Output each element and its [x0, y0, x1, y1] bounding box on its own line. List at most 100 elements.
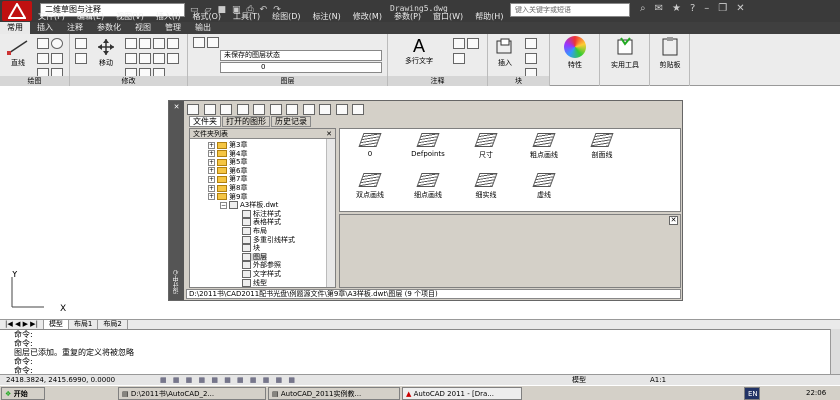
layer-state-icon[interactable] — [207, 37, 219, 48]
ribbon-tab[interactable]: 注释 — [60, 22, 90, 34]
tree-close-icon[interactable]: ✕ — [326, 129, 332, 139]
drafting-toggles[interactable]: ▦ ▦ ▦ ▦ ▦ ▦ ▦ ▦ ▦ ▦ ▦ — [160, 375, 297, 385]
current-layer-combo[interactable]: 0 — [220, 62, 382, 73]
modify-panel-label[interactable]: 修改 — [70, 76, 187, 86]
layer-item[interactable]: 0 — [344, 133, 396, 158]
layer-item[interactable]: Defpoints — [402, 133, 454, 158]
tree-item[interactable]: + 第4章 — [208, 150, 247, 158]
close-icon[interactable]: ✕ — [736, 3, 744, 14]
expand-icon[interactable]: + — [208, 158, 215, 166]
menu-item[interactable]: 标注(N) — [313, 11, 341, 22]
menu-item[interactable]: 格式(O) — [192, 11, 221, 22]
expand-icon[interactable]: + — [208, 184, 215, 192]
tree-item[interactable]: 文字样式 — [242, 270, 281, 278]
dc-tab[interactable]: 打开的图形 — [222, 116, 270, 127]
description-icon[interactable] — [335, 104, 348, 115]
layer-item[interactable]: 双点画线 — [344, 173, 396, 200]
tree-item[interactable]: 表格样式 — [242, 218, 281, 227]
menu-item[interactable]: 绘图(D) — [272, 11, 300, 22]
layout-tab[interactable]: 模型 — [43, 320, 69, 329]
back-icon[interactable] — [203, 104, 216, 115]
table-icon[interactable] — [453, 53, 465, 64]
circle-icon[interactable] — [51, 38, 63, 49]
ribbon-tab[interactable]: 输出 — [188, 22, 218, 34]
ribbon-tab[interactable]: 参数化 — [90, 22, 128, 34]
layer-state-combo[interactable]: 未保存的图层状态 — [220, 50, 382, 61]
start-button[interactable]: ❖ 开始 — [1, 387, 45, 400]
create-block-icon[interactable] — [525, 38, 537, 49]
help-icon[interactable]: ? — [690, 3, 695, 14]
views-icon[interactable] — [352, 104, 365, 115]
search-icon[interactable]: ⌕ — [640, 3, 646, 14]
trim-icon[interactable] — [139, 38, 151, 49]
menu-item[interactable]: 修改(M) — [353, 11, 382, 22]
subscription-icon[interactable]: ✉ — [655, 3, 663, 14]
explode-icon[interactable] — [153, 53, 165, 64]
search-icon[interactable] — [253, 104, 266, 115]
model-space-toggle[interactable]: 模型 — [572, 375, 586, 385]
draw-panel-label[interactable]: 绘图 — [0, 76, 69, 86]
tree-item[interactable]: 块 — [242, 244, 260, 253]
menu-item[interactable]: 窗口(W) — [433, 11, 463, 22]
leader-icon[interactable] — [467, 38, 479, 49]
preview-icon[interactable] — [319, 104, 332, 115]
tree-item[interactable]: 图层 — [242, 252, 267, 261]
pointer-icon[interactable] — [75, 38, 87, 49]
multiline-text-button[interactable]: A 多行文字 — [398, 36, 440, 66]
tree-toggle-icon[interactable] — [302, 104, 315, 115]
taskbar-item-autocad[interactable]: ▲ AutoCAD 2011 - [Dra... — [402, 387, 522, 400]
move-button[interactable]: 移动 — [92, 38, 120, 68]
tree-item[interactable]: + 第8章 — [208, 184, 247, 192]
rectangle-icon[interactable] — [51, 53, 63, 64]
layer-item[interactable]: 粗点画线 — [518, 133, 570, 160]
block-panel-label[interactable]: 块 — [488, 76, 549, 86]
edit-icon[interactable] — [75, 53, 87, 64]
layout-tab[interactable]: 布局2 — [98, 320, 128, 329]
ribbon-tab[interactable]: 插入 — [30, 22, 60, 34]
fillet-icon[interactable] — [139, 53, 151, 64]
tree-item[interactable]: + 第7章 — [208, 175, 247, 183]
tree-item[interactable]: + 第6章 — [208, 167, 247, 175]
command-scrollbar[interactable] — [830, 329, 840, 374]
layer-item[interactable]: 虚线 — [518, 173, 570, 200]
tree-item[interactable]: + 第3章 — [208, 141, 247, 149]
copy-icon[interactable] — [167, 38, 179, 49]
expand-icon[interactable]: + — [208, 193, 215, 201]
taskbar-item-explorer[interactable]: ▤ D:\2011书\AutoCAD_2... — [118, 387, 266, 400]
layers-panel-label[interactable]: 图层 — [188, 76, 387, 86]
communication-icon[interactable]: ★ — [672, 3, 681, 14]
up-icon[interactable] — [236, 104, 249, 115]
forward-icon[interactable] — [220, 104, 233, 115]
collapse-icon[interactable]: − — [220, 201, 227, 209]
language-indicator[interactable]: EN — [744, 387, 760, 400]
favorites-icon[interactable] — [269, 104, 282, 115]
polyline-icon[interactable] — [37, 38, 49, 49]
menu-item[interactable]: 视图(V) — [116, 11, 144, 22]
properties-button[interactable] — [560, 36, 590, 58]
utilities-panel[interactable]: 实用工具 — [600, 34, 650, 86]
dc-tab[interactable]: 历史记录 — [271, 116, 311, 127]
erase-icon[interactable] — [153, 38, 165, 49]
expand-icon[interactable]: + — [208, 167, 215, 175]
menu-item[interactable]: 参数(P) — [394, 11, 421, 22]
tree-item[interactable]: + 第5章 — [208, 158, 247, 166]
preview-close-icon[interactable]: ✕ — [669, 216, 678, 225]
tree-item[interactable]: 标注样式 — [242, 209, 281, 218]
linear-dim-icon[interactable] — [453, 38, 465, 49]
layout-tab[interactable]: 布局1 — [69, 320, 99, 329]
palette-close-icon[interactable]: ✕ — [169, 101, 184, 111]
menu-item[interactable]: 帮助(H) — [475, 11, 503, 22]
clipboard-panel[interactable]: 剪贴板 — [650, 34, 690, 86]
ribbon-tab[interactable]: 管理 — [158, 22, 188, 34]
arc-icon[interactable] — [37, 53, 49, 64]
ribbon-tab[interactable]: 常用 — [0, 22, 30, 34]
palette-titlebar[interactable]: ✕ 设计中心 — [169, 101, 184, 300]
tree-scrollbar[interactable] — [326, 139, 335, 287]
expand-icon[interactable]: + — [208, 141, 215, 149]
tree-item[interactable]: 多重引线样式 — [242, 235, 295, 244]
layer-item[interactable]: 剖面线 — [576, 133, 628, 160]
tree-item[interactable]: − A3样板.dwt — [220, 201, 278, 210]
expand-icon[interactable]: + — [208, 150, 215, 158]
home-icon[interactable] — [286, 104, 299, 115]
annotation-panel-label[interactable]: 注释 — [388, 76, 487, 86]
